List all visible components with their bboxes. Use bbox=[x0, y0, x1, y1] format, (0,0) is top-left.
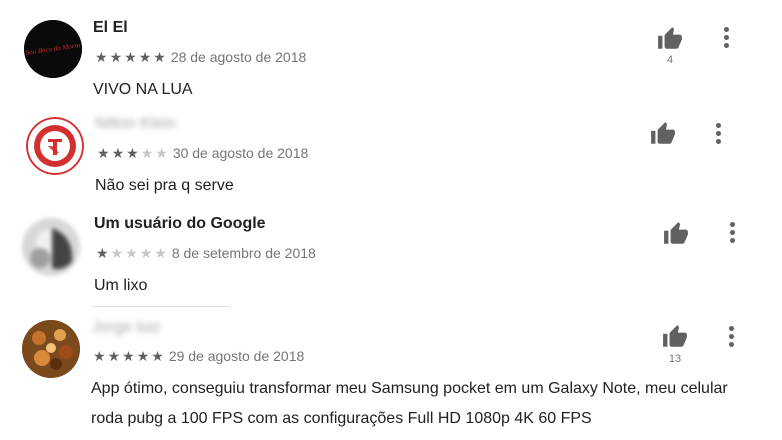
star-icon: ★ bbox=[151, 348, 164, 364]
avatar[interactable] bbox=[22, 218, 80, 276]
inter-crest-icon bbox=[26, 117, 84, 175]
star-icon: ★ bbox=[139, 245, 153, 261]
review-date: 29 de agosto de 2018 bbox=[168, 348, 305, 364]
review-item: Sou Baco do Morro El El ★ ★ ★ ★ ★ 28 de … bbox=[0, 0, 782, 110]
more-vert-icon[interactable] bbox=[720, 27, 734, 51]
helpful-count: 13 bbox=[668, 353, 682, 365]
divider bbox=[92, 306, 230, 307]
star-icon: ★ bbox=[126, 145, 139, 161]
star-icon: ★ bbox=[111, 145, 125, 161]
star-icon: ★ bbox=[140, 145, 154, 161]
star-icon: ★ bbox=[109, 49, 123, 65]
more-vert-icon[interactable] bbox=[725, 326, 739, 350]
default-avatar-icon bbox=[22, 218, 80, 276]
review-date: 30 de agosto de 2018 bbox=[172, 145, 309, 161]
star-icon: ★ bbox=[97, 145, 110, 161]
more-vert-icon[interactable] bbox=[726, 222, 740, 246]
star-icon: ★ bbox=[136, 348, 150, 364]
star-icon: ★ bbox=[125, 245, 138, 261]
star-icon: ★ bbox=[124, 49, 137, 65]
star-icon: ★ bbox=[154, 245, 167, 261]
review-date: 28 de agosto de 2018 bbox=[170, 49, 307, 65]
thumb-up-icon[interactable] bbox=[661, 324, 689, 350]
star-icon: ★ bbox=[95, 49, 108, 65]
star-icon: ★ bbox=[153, 49, 166, 65]
review-date: 8 de setembro de 2018 bbox=[171, 245, 316, 261]
review-item: Nilton Klein ★ ★ ★ ★ ★ 30 de agosto de 2… bbox=[0, 110, 782, 210]
review-item: Jorge luiz ★ ★ ★ ★ ★ 29 de agosto de 201… bbox=[0, 310, 782, 440]
star-rating: ★ ★ ★ ★ ★ 28 de agosto de 2018 bbox=[95, 49, 306, 65]
avatar-logo: Sou Baco do Morro bbox=[24, 20, 82, 78]
review-author: Um usuário do Google bbox=[94, 215, 266, 232]
review-text-line-1: App ótimo, conseguiu transformar meu Sam… bbox=[91, 380, 728, 397]
thumb-up-icon[interactable] bbox=[662, 221, 690, 247]
star-rating: ★ ★ ★ ★ ★ 8 de setembro de 2018 bbox=[96, 245, 316, 261]
star-icon: ★ bbox=[138, 49, 152, 65]
avatar[interactable] bbox=[22, 320, 80, 378]
review-text: VIVO NA LUA bbox=[93, 81, 193, 98]
thumb-up-icon[interactable] bbox=[656, 26, 684, 52]
review-text: Não sei pra q serve bbox=[95, 177, 234, 194]
review-author: Nilton Klein bbox=[95, 115, 176, 132]
star-icon: ★ bbox=[110, 245, 124, 261]
food-photo-avatar bbox=[22, 320, 80, 378]
avatar[interactable]: Sou Baco do Morro bbox=[24, 20, 82, 78]
review-author: Jorge luiz bbox=[92, 319, 161, 336]
reviews-list: Sou Baco do Morro El El ★ ★ ★ ★ ★ 28 de … bbox=[0, 0, 782, 440]
more-vert-icon[interactable] bbox=[712, 123, 726, 147]
avatar[interactable] bbox=[26, 117, 84, 175]
star-rating: ★ ★ ★ ★ ★ 29 de agosto de 2018 bbox=[93, 348, 304, 364]
star-icon: ★ bbox=[122, 348, 135, 364]
helpful-count: 4 bbox=[666, 54, 674, 66]
review-text: Um lixo bbox=[94, 277, 148, 294]
star-icon: ★ bbox=[107, 348, 121, 364]
review-item: Um usuário do Google ★ ★ ★ ★ ★ 8 de sete… bbox=[0, 210, 782, 310]
star-icon: ★ bbox=[155, 145, 168, 161]
review-text-line-2: roda pubg a 100 FPS com as configurações… bbox=[91, 410, 592, 427]
star-icon: ★ bbox=[96, 245, 109, 261]
review-author: El El bbox=[93, 19, 128, 36]
star-icon: ★ bbox=[93, 348, 106, 364]
star-rating: ★ ★ ★ ★ ★ 30 de agosto de 2018 bbox=[97, 145, 308, 161]
thumb-up-icon[interactable] bbox=[649, 121, 677, 147]
